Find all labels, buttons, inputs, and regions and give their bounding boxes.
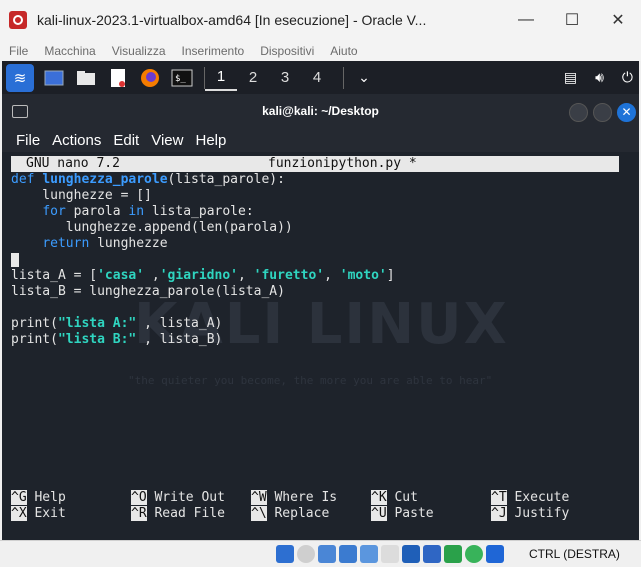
vbox-menubar: File Macchina Visualizza Inserimento Dis…: [0, 40, 641, 61]
nano-shortcut-bar: ^G Help ^O Write Out ^W Where Is ^K Cut …: [11, 490, 631, 522]
close-button[interactable]: ✕: [595, 0, 641, 40]
shortcut-read-file[interactable]: ^R Read File: [131, 506, 225, 522]
menu-inserimento[interactable]: Inserimento: [182, 44, 245, 58]
terminal-titlebar[interactable]: kali@kali: ~/Desktop ✕: [2, 94, 639, 128]
text-editor-icon[interactable]: [106, 66, 130, 90]
audio-icon[interactable]: [318, 545, 336, 563]
keyboard-capture-icon[interactable]: [486, 545, 504, 563]
terminal-menubar: File Actions Edit View Help: [2, 128, 639, 152]
workspace-2[interactable]: 2: [237, 69, 269, 86]
menu-visualizza[interactable]: Visualizza: [112, 44, 166, 58]
menu-macchina[interactable]: Macchina: [44, 44, 95, 58]
usb-icon[interactable]: [360, 545, 378, 563]
maximize-button[interactable]: ☐: [549, 0, 595, 40]
shortcut-execute[interactable]: ^T Execute: [491, 490, 569, 506]
code-line: print("lista B:" , lista_B): [11, 332, 223, 347]
display-icon[interactable]: [402, 545, 420, 563]
code-line: print("lista A:" , lista_A): [11, 316, 223, 331]
recording-icon[interactable]: [423, 545, 441, 563]
code-line: lista_A = ['casa' ,'giaridno', 'furetto'…: [11, 268, 395, 283]
shortcut-cut[interactable]: ^K Cut: [371, 490, 418, 506]
code-line: lunghezze = []: [11, 188, 152, 203]
terminal-menu-file[interactable]: File: [16, 132, 40, 149]
chevron-down-icon[interactable]: ⌄: [352, 66, 376, 90]
volume-icon[interactable]: 🔊︎: [595, 69, 604, 86]
terminal-maximize-button[interactable]: [593, 103, 612, 122]
virtualbox-logo-icon: [9, 11, 27, 29]
file-manager-icon[interactable]: [74, 66, 98, 90]
terminal-title: kali@kali: ~/Desktop: [262, 104, 379, 118]
host-window-titlebar[interactable]: kali-linux-2023.1-virtualbox-amd64 [In e…: [0, 0, 641, 40]
panel-separator: [343, 66, 344, 89]
nano-header: GNU nano 7.2 funzionipython.py *: [11, 156, 619, 172]
code-line: lunghezze.append(len(parola)): [11, 220, 293, 235]
shared-folders-icon[interactable]: [381, 545, 399, 563]
shortcut-exit[interactable]: ^X Exit: [11, 506, 66, 522]
editor-buffer[interactable]: def lunghezza_parole(lista_parole): lung…: [11, 172, 395, 348]
terminal-menu-help[interactable]: Help: [195, 132, 226, 149]
menu-dispositivi[interactable]: Dispositivi: [260, 44, 314, 58]
shortcut-help[interactable]: ^G Help: [11, 490, 66, 506]
terminal-content[interactable]: KALI LINUX "the quieter you become, the …: [2, 152, 639, 540]
terminal-minimize-button[interactable]: [569, 103, 588, 122]
window-title: kali-linux-2023.1-virtualbox-amd64 [In e…: [37, 12, 427, 28]
workspace-4[interactable]: 4: [301, 69, 333, 86]
kali-watermark-tagline: "the quieter you become, the more you ar…: [128, 374, 493, 387]
code-line: [11, 252, 395, 268]
power-icon[interactable]: ⏻: [622, 69, 633, 86]
terminal-menu-actions[interactable]: Actions: [52, 132, 101, 149]
network-icon[interactable]: ▤: [564, 69, 577, 86]
host-key-label: CTRL (DESTRA): [529, 547, 620, 561]
terminal-icon[interactable]: $_: [170, 66, 194, 90]
shortcut-replace[interactable]: ^\ Replace: [251, 506, 329, 522]
shortcut-paste[interactable]: ^U Paste: [371, 506, 434, 522]
menu-aiuto[interactable]: Aiuto: [330, 44, 357, 58]
minimize-button[interactable]: —: [503, 0, 549, 40]
code-line: def lunghezza_parole(lista_parole):: [11, 172, 285, 187]
optical-drive-icon[interactable]: [297, 545, 315, 563]
svg-text:$_: $_: [175, 74, 186, 84]
cpu-activity-icon[interactable]: [444, 545, 462, 563]
shortcut-where-is[interactable]: ^W Where Is: [251, 490, 337, 506]
shortcut-write-out[interactable]: ^O Write Out: [131, 490, 225, 506]
code-line: lista_B = lunghezza_parole(lista_A): [11, 284, 285, 299]
terminal-menu-edit[interactable]: Edit: [113, 132, 139, 149]
firefox-icon[interactable]: [138, 66, 162, 90]
terminal-menu-view[interactable]: View: [151, 132, 183, 149]
code-line: return lunghezze: [42, 236, 168, 251]
nano-filename: funzionipython.py *: [268, 156, 417, 171]
workspace-3[interactable]: 3: [269, 69, 301, 86]
hard-disk-icon[interactable]: [276, 545, 294, 563]
network-adapter-icon[interactable]: [339, 545, 357, 563]
code-line: for parola in lista_parole:: [42, 204, 254, 219]
terminal-close-button[interactable]: ✕: [617, 103, 636, 122]
kali-menu-icon[interactable]: ≋: [6, 63, 34, 92]
mouse-integration-icon[interactable]: [465, 545, 483, 563]
show-desktop-icon[interactable]: [42, 66, 66, 90]
nano-version: GNU nano 7.2: [26, 156, 120, 171]
vbox-statusbar: CTRL (DESTRA): [0, 540, 641, 567]
shortcut-justify[interactable]: ^J Justify: [491, 506, 569, 522]
kali-top-panel: ≋ $_ 1 2 3 4 ⌄ ▤ 🔊︎ ⏻: [2, 61, 639, 94]
menu-file[interactable]: File: [9, 44, 28, 58]
workspace-1[interactable]: 1: [205, 65, 237, 91]
text-cursor: [11, 252, 19, 267]
